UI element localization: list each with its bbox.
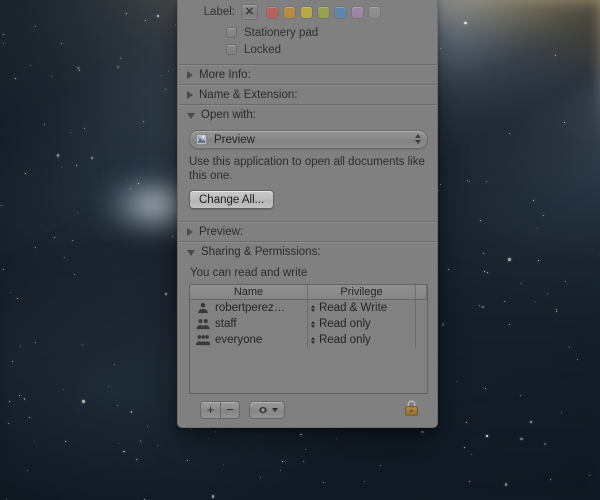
stationery-pad-checkbox-row[interactable]: Stationery pad <box>178 24 437 41</box>
action-menu-button[interactable] <box>249 400 285 419</box>
chevron-right-icon <box>187 227 193 236</box>
open-with-body: Preview Use this application to open all… <box>178 124 437 217</box>
privilege-stepper-arrows-icon <box>311 304 315 312</box>
permission-privilege-cell[interactable]: Read & Write <box>308 300 416 316</box>
locked-checkbox[interactable] <box>226 44 237 55</box>
popup-stepper-arrows-icon <box>415 134 421 144</box>
label-swatch-green[interactable] <box>318 6 329 18</box>
label-row: Label: ✕ <box>178 0 437 24</box>
label-swatch-orange[interactable] <box>284 6 295 18</box>
lock-button[interactable] <box>404 399 419 420</box>
section-header-preview[interactable]: Preview: <box>178 221 437 241</box>
stationery-pad-checkbox-label: Stationery pad <box>244 26 319 39</box>
column-header-spacer <box>416 285 427 299</box>
permission-name-label: robertperez… <box>215 302 286 314</box>
permission-privilege-cell[interactable]: Read only <box>308 316 416 332</box>
permission-name-cell: staff <box>190 316 308 332</box>
locked-checkbox-row[interactable]: Locked <box>178 41 437 58</box>
permission-spacer-cell <box>416 332 427 348</box>
section-header-name-extension[interactable]: Name & Extension: <box>178 84 437 104</box>
default-app-label: Preview <box>214 133 255 146</box>
permission-name-label: staff <box>215 318 237 330</box>
get-info-window[interactable]: Label: ✕ Stationery pad Locked More Info:… <box>177 0 438 428</box>
privilege-stepper-arrows-icon <box>311 336 315 344</box>
label-color-swatches <box>267 6 380 18</box>
permissions-table[interactable]: Name Privilege robertperez… Read & Write s… <box>189 284 428 394</box>
default-app-popup[interactable]: Preview <box>189 130 428 149</box>
permissions-toolbar: + − <box>189 394 428 420</box>
section-title-sharing-permissions: Sharing & Permissions: <box>201 245 321 258</box>
add-user-button[interactable]: + <box>200 400 220 419</box>
permission-spacer-cell <box>416 316 427 332</box>
permissions-table-body: robertperez… Read & Write staff Read only ev… <box>190 300 427 393</box>
permissions-status-text: You can read and write <box>190 267 308 279</box>
section-header-sharing-permissions[interactable]: Sharing & Permissions: <box>178 241 437 261</box>
sharing-permissions-body: You can read and write Name Privilege ro… <box>178 261 437 420</box>
permission-name-cell: everyone <box>190 332 308 348</box>
group-users-icon <box>196 319 210 330</box>
label-swatch-blue[interactable] <box>335 6 346 18</box>
remove-user-button[interactable]: − <box>220 400 240 419</box>
permission-privilege-label: Read only <box>319 318 371 330</box>
chevron-down-icon <box>187 112 195 119</box>
everyone-users-icon <box>196 335 210 346</box>
single-user-icon <box>198 302 208 314</box>
locked-checkbox-label: Locked <box>244 43 282 56</box>
lock-icon <box>405 400 418 416</box>
change-all-button[interactable]: Change All... <box>189 190 275 209</box>
permission-spacer-cell <box>416 300 427 316</box>
permission-name-cell: robertperez… <box>190 300 308 316</box>
chevron-right-icon <box>187 90 193 99</box>
permission-privilege-label: Read & Write <box>319 302 388 314</box>
section-title-open-with: Open with: <box>201 108 256 121</box>
privilege-stepper-arrows-icon <box>311 320 315 328</box>
close-x-icon[interactable]: ✕ <box>241 4 258 20</box>
section-header-more-info[interactable]: More Info: <box>178 64 437 84</box>
label-swatch-yellow[interactable] <box>301 6 312 18</box>
chevron-right-icon <box>187 70 193 79</box>
permission-privilege-cell[interactable]: Read only <box>308 332 416 348</box>
label-swatch-purple[interactable] <box>352 6 363 18</box>
chevron-down-icon <box>187 249 195 256</box>
permission-name-label: everyone <box>215 334 263 346</box>
preview-app-icon <box>195 133 208 146</box>
label-caption: Label: <box>203 6 235 18</box>
gear-icon <box>258 405 267 414</box>
section-title-preview: Preview: <box>199 225 244 238</box>
table-row[interactable]: everyone Read only <box>190 332 427 348</box>
chevron-down-icon <box>271 407 278 412</box>
file-flags-list: Stationery pad Locked <box>178 24 437 58</box>
column-header-privilege[interactable]: Privilege <box>308 285 416 299</box>
table-row[interactable]: staff Read only <box>190 316 427 332</box>
stationery-pad-checkbox[interactable] <box>226 27 237 38</box>
label-swatch-red[interactable] <box>267 6 278 18</box>
close-x-glyph: ✕ <box>244 5 255 18</box>
permissions-table-header: Name Privilege <box>190 285 427 300</box>
label-swatch-gray[interactable] <box>369 6 380 18</box>
column-header-name[interactable]: Name <box>190 285 308 299</box>
section-title-more-info: More Info: <box>199 68 251 81</box>
section-header-open-with[interactable]: Open with: <box>178 104 437 124</box>
table-row[interactable]: robertperez… Read & Write <box>190 300 427 316</box>
section-title-name-extension: Name & Extension: <box>199 88 298 101</box>
permission-privilege-label: Read only <box>319 334 371 346</box>
add-remove-segmented-control: + − <box>200 400 240 419</box>
open-with-help-text: Use this application to open all documen… <box>189 156 425 182</box>
